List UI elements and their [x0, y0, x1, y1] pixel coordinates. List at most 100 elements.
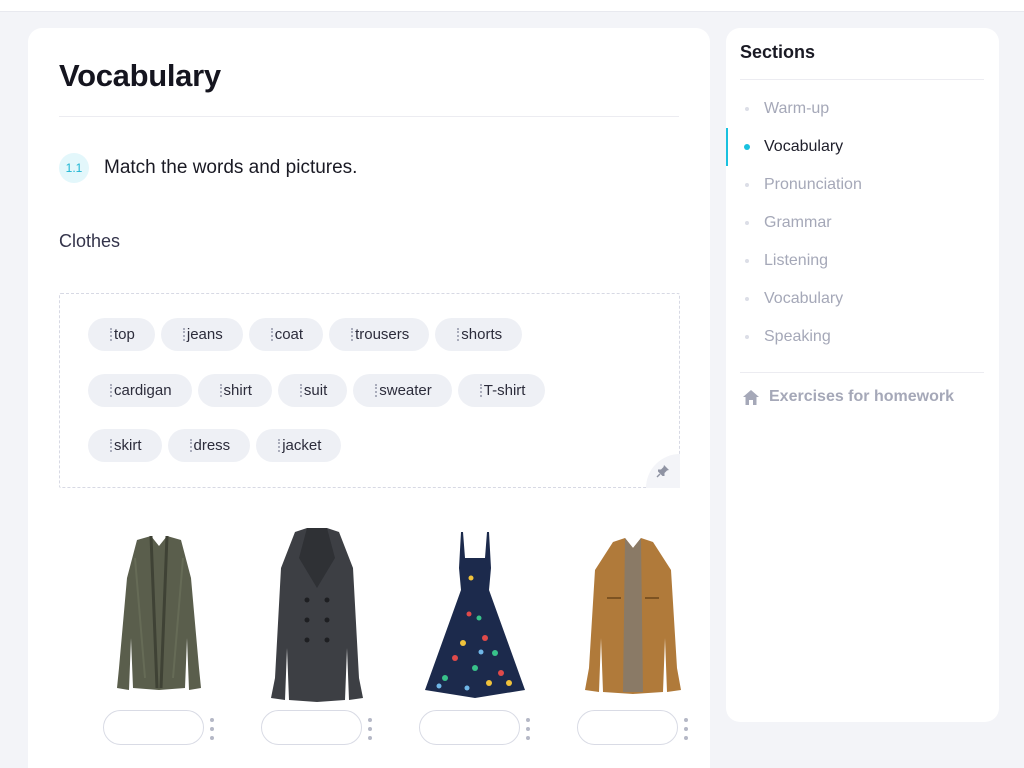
- word-chip-label: cardigan: [114, 382, 172, 399]
- bullet-icon: [745, 297, 749, 301]
- drag-handle-icon: [351, 328, 354, 341]
- more-options-icon[interactable]: [683, 718, 689, 740]
- sidebar-item-speaking[interactable]: Speaking: [726, 318, 999, 356]
- sidebar-item-label: Grammar: [764, 214, 832, 231]
- word-chip-dress[interactable]: dress: [167, 429, 251, 462]
- top-bar: [0, 0, 1024, 12]
- word-chip-label: dress: [193, 437, 231, 454]
- drag-handle-icon: [110, 328, 112, 341]
- word-chip-label: skirt: [114, 437, 142, 454]
- drag-handle-icon: [219, 384, 222, 397]
- drag-handle-icon: [299, 384, 302, 397]
- exercise-instruction: Match the words and pictures.: [104, 157, 358, 178]
- sidebar-divider: [740, 79, 984, 80]
- bullet-icon: [744, 144, 750, 150]
- sidebar-item-label: Warm-up: [764, 100, 830, 117]
- active-indicator: [726, 128, 728, 166]
- coat-image: [271, 528, 363, 702]
- word-bank-row: top jeans coat trousers shorts: [88, 318, 523, 351]
- sidebar-divider: [740, 372, 984, 373]
- answer-input[interactable]: [419, 710, 520, 745]
- word-chip-label: jeans: [186, 326, 223, 343]
- word-chip-cardigan[interactable]: cardigan: [88, 374, 192, 407]
- home-icon: [743, 389, 759, 405]
- sidebar-item-grammar[interactable]: Grammar: [726, 204, 999, 242]
- homework-link[interactable]: Exercises for homework: [742, 388, 954, 406]
- exercise-header: 1.1 Match the words and pictures.: [59, 153, 357, 183]
- word-chip-trousers[interactable]: trousers: [329, 318, 430, 351]
- word-chip-label: shorts: [461, 326, 503, 343]
- sidebar-item-label: Vocabulary: [764, 138, 844, 155]
- word-chip-label: T-shirt: [483, 382, 526, 399]
- picture-item: [247, 518, 387, 758]
- sidebar-item-listening[interactable]: Listening: [726, 242, 999, 280]
- drag-handle-icon: [270, 328, 273, 341]
- sections-sidebar: Sections Warm-up Vocabulary Pronunciatio…: [726, 28, 999, 722]
- drag-handle-icon: [375, 384, 378, 397]
- drag-handle-icon: [457, 328, 460, 341]
- drag-handle-icon: [479, 384, 482, 397]
- title-divider: [59, 116, 679, 117]
- exercise-number-badge: 1.1: [59, 153, 89, 183]
- sidebar-item-vocabulary[interactable]: Vocabulary: [726, 128, 999, 166]
- word-bank-row: skirt dress jacket: [88, 429, 342, 462]
- sidebar-item-label: Listening: [764, 252, 829, 269]
- word-chip-label: coat: [274, 326, 304, 343]
- answer-input[interactable]: [261, 710, 362, 745]
- sidebar-item-warm-up[interactable]: Warm-up: [726, 90, 999, 128]
- drag-handle-icon: [110, 439, 112, 452]
- bullet-icon: [745, 107, 749, 111]
- sidebar-title: Sections: [740, 42, 816, 62]
- picture-item: [89, 518, 229, 758]
- picture-item: [563, 518, 703, 758]
- sidebar-item-pronunciation[interactable]: Pronunciation: [726, 166, 999, 204]
- pin-button[interactable]: [646, 454, 680, 488]
- sidebar-item-vocabulary-2[interactable]: Vocabulary: [726, 280, 999, 318]
- word-chip-label: trousers: [355, 326, 410, 343]
- bullet-icon: [745, 259, 749, 263]
- more-options-icon[interactable]: [525, 718, 531, 740]
- lesson-content: Vocabulary 1.1 Match the words and pictu…: [28, 28, 710, 768]
- sidebar-item-label: Speaking: [764, 328, 831, 345]
- answer-input[interactable]: [103, 710, 204, 745]
- bullet-icon: [745, 221, 749, 225]
- word-chip-skirt[interactable]: skirt: [88, 429, 162, 462]
- picture-grid: [59, 518, 688, 768]
- word-chip-sweater[interactable]: sweater: [353, 374, 452, 407]
- word-chip-label: sweater: [379, 382, 432, 399]
- word-chip-top[interactable]: top: [88, 318, 155, 351]
- more-options-icon[interactable]: [367, 718, 373, 740]
- word-chip-label: top: [114, 326, 135, 343]
- drag-handle-icon: [189, 439, 192, 452]
- word-chip-coat[interactable]: coat: [248, 318, 324, 351]
- picture-item: [405, 518, 545, 758]
- homework-label: Exercises for homework: [769, 388, 954, 405]
- page-title: Vocabulary: [59, 58, 221, 93]
- pin-icon: [656, 465, 669, 478]
- word-bank: top jeans coat trousers shorts cardigan …: [59, 293, 680, 488]
- cardigan-image: [117, 535, 201, 690]
- sidebar-item-label: Pronunciation: [764, 176, 862, 193]
- dress-image: [425, 532, 525, 698]
- drag-handle-icon: [182, 328, 185, 341]
- drag-handle-icon: [110, 384, 112, 397]
- bullet-icon: [745, 335, 749, 339]
- answer-input[interactable]: [577, 710, 678, 745]
- word-chip-jeans[interactable]: jeans: [160, 318, 243, 351]
- bullet-icon: [745, 183, 749, 187]
- word-chip-suit[interactable]: suit: [277, 374, 348, 407]
- drag-handle-icon: [278, 439, 281, 452]
- section-list: Warm-up Vocabulary Pronunciation Grammar…: [726, 90, 999, 356]
- word-chip-label: shirt: [223, 382, 252, 399]
- sidebar-item-label: Vocabulary: [764, 290, 844, 307]
- more-options-icon[interactable]: [209, 718, 215, 740]
- word-chip-shorts[interactable]: shorts: [435, 318, 523, 351]
- topic-label: Clothes: [59, 231, 121, 251]
- word-chip-label: suit: [303, 382, 328, 399]
- word-chip-label: jacket: [282, 437, 322, 454]
- word-chip-jacket[interactable]: jacket: [256, 429, 342, 462]
- word-bank-row: cardigan shirt suit sweater T-shirt: [88, 374, 546, 407]
- word-chip-shirt[interactable]: shirt: [197, 374, 272, 407]
- word-chip-t-shirt[interactable]: T-shirt: [457, 374, 546, 407]
- jacket-image: [585, 538, 681, 694]
